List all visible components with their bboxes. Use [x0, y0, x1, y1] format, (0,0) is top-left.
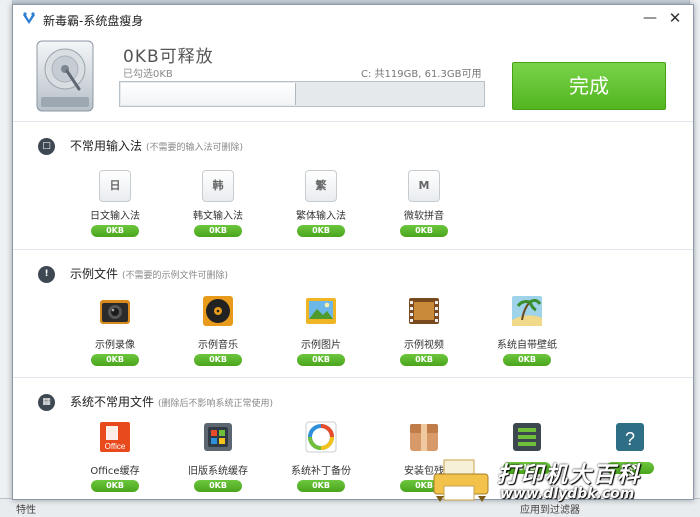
size-badge: 0KB: [91, 225, 139, 237]
section-title: 示例文件 (不需要的示例文件可删除): [70, 265, 228, 282]
size-badge: 0KB: [194, 480, 242, 492]
old-windows-icon: [204, 423, 232, 451]
korean-key-icon: 韩: [202, 170, 234, 202]
printer-watermark-icon: [433, 459, 489, 502]
section-title: 系统不常用文件 (删除后不影响系统正常使用): [70, 393, 273, 410]
item-label: 日文输入法: [90, 211, 140, 222]
help-icon-text: ?: [625, 429, 635, 449]
item-label: 示例录像: [95, 340, 135, 351]
item-label: 旧版系统缓存: [188, 466, 248, 477]
office-icon: Office: [100, 422, 130, 452]
item-office-cache[interactable]: Office Office缓存 0KB: [70, 420, 160, 492]
item-label: 微软拼音: [404, 211, 444, 222]
progress-bar: [119, 81, 485, 107]
section-sample-files: ! 示例文件 (不需要的示例文件可删除) 示例录像 0KB 示例音乐 0KB 示…: [13, 250, 693, 378]
keyboard-section-icon: □: [38, 138, 55, 155]
duba-logo-icon: [23, 12, 35, 24]
office-icon-text: Office: [105, 442, 126, 451]
pictures-icon: [306, 298, 336, 324]
item-microsoft-pinyin[interactable]: M 微软拼音 0KB: [379, 168, 469, 237]
hard-disk-icon: [36, 40, 94, 112]
windows-section-icon: ▦: [38, 394, 55, 411]
done-button[interactable]: 完成: [512, 62, 666, 110]
patch-backup-icon: [305, 421, 337, 453]
title-bar[interactable]: 新毒霸-系统盘瘦身 — ✕: [13, 5, 693, 33]
size-badge: 0KB: [297, 225, 345, 237]
size-badge: 0KB: [194, 354, 242, 366]
item-old-system-cache[interactable]: 旧版系统缓存 0KB: [173, 420, 263, 492]
size-badge: 0KB: [91, 480, 139, 492]
disk-capacity-text: C: 共119GB, 61.3GB可用: [361, 69, 482, 80]
size-badge: 0KB: [503, 354, 551, 366]
item-patch-backup[interactable]: 系统补丁备份 0KB: [276, 420, 366, 492]
item-label: 示例视频: [404, 340, 444, 351]
section-title: 不常用输入法 (不需要的输入法可删除): [70, 137, 243, 154]
item-sample-recording[interactable]: 示例录像 0KB: [70, 294, 160, 366]
section-title-text: 不常用输入法: [70, 139, 143, 153]
disk-slim-window: 新毒霸-系统盘瘦身 — ✕ 0KB可释放 已勾选0KB C: 共119GB, 6…: [12, 4, 694, 500]
japanese-key-icon: 日: [99, 170, 131, 202]
size-badge: 0KB: [297, 354, 345, 366]
size-badge: 0KB: [400, 225, 448, 237]
section-hint: (不需要的输入法可删除): [146, 143, 244, 153]
item-label: 示例图片: [301, 340, 341, 351]
item-label: 韩文输入法: [193, 211, 243, 222]
item-system-wallpapers[interactable]: 系统自带壁纸 0KB: [482, 294, 572, 366]
traditional-key-icon: 繁: [305, 170, 337, 202]
minimize-button[interactable]: —: [639, 8, 661, 28]
item-sample-videos[interactable]: 示例视频 0KB: [379, 294, 469, 366]
wallpaper-icon: [512, 296, 542, 326]
item-label: 系统自带壁纸: [497, 340, 557, 351]
item-sample-music[interactable]: 示例音乐 0KB: [173, 294, 263, 366]
alert-section-icon: !: [38, 266, 55, 283]
background-text-right: 应用到过滤器: [520, 505, 580, 516]
watermark-text: 打印机大百科: [497, 463, 642, 488]
item-traditional-ime[interactable]: 繁 繁体输入法 0KB: [276, 168, 366, 237]
camera-icon: [100, 300, 130, 324]
item-sample-pictures[interactable]: 示例图片 0KB: [276, 294, 366, 366]
item-label: 系统补丁备份: [291, 466, 351, 477]
film-icon: [409, 298, 439, 324]
watermark-url: www.dlydbk.com: [500, 486, 635, 502]
item-label: 繁体输入法: [296, 211, 346, 222]
size-badge: 0KB: [400, 354, 448, 366]
section-title-text: 示例文件: [70, 267, 119, 281]
package-box-icon: [410, 424, 438, 451]
music-disc-icon: [203, 296, 233, 326]
summary-header: 0KB可释放 已勾选0KB C: 共119GB, 61.3GB可用 完成: [13, 33, 693, 122]
help-question-icon: ?: [616, 423, 644, 451]
selected-size-text: 已勾选0KB: [123, 69, 173, 80]
item-korean-ime[interactable]: 韩 韩文输入法 0KB: [173, 168, 263, 237]
progress-fill: [121, 83, 296, 105]
section-input-methods: □ 不常用输入法 (不需要的输入法可删除) 日 日文输入法 0KB 韩 韩文输入法…: [13, 122, 693, 250]
item-label: Office缓存: [90, 466, 140, 477]
background-text-left: 特性: [16, 505, 36, 516]
section-hint: (删除后不影响系统正常使用): [158, 399, 274, 409]
item-japanese-ime[interactable]: 日 日文输入法 0KB: [70, 168, 160, 237]
size-badge: 0KB: [297, 480, 345, 492]
section-hint: (不需要的示例文件可删除): [122, 271, 229, 281]
microsoft-key-icon: M: [408, 170, 440, 202]
item-label: 示例音乐: [198, 340, 238, 351]
size-badge: 0KB: [194, 225, 242, 237]
section-title-text: 系统不常用文件: [70, 395, 155, 409]
close-button[interactable]: ✕: [664, 8, 686, 28]
freed-size-text: 0KB可释放: [123, 47, 214, 67]
size-badge: 0KB: [91, 354, 139, 366]
system-list-icon: [513, 423, 541, 451]
window-title: 新毒霸-系统盘瘦身: [43, 14, 144, 28]
